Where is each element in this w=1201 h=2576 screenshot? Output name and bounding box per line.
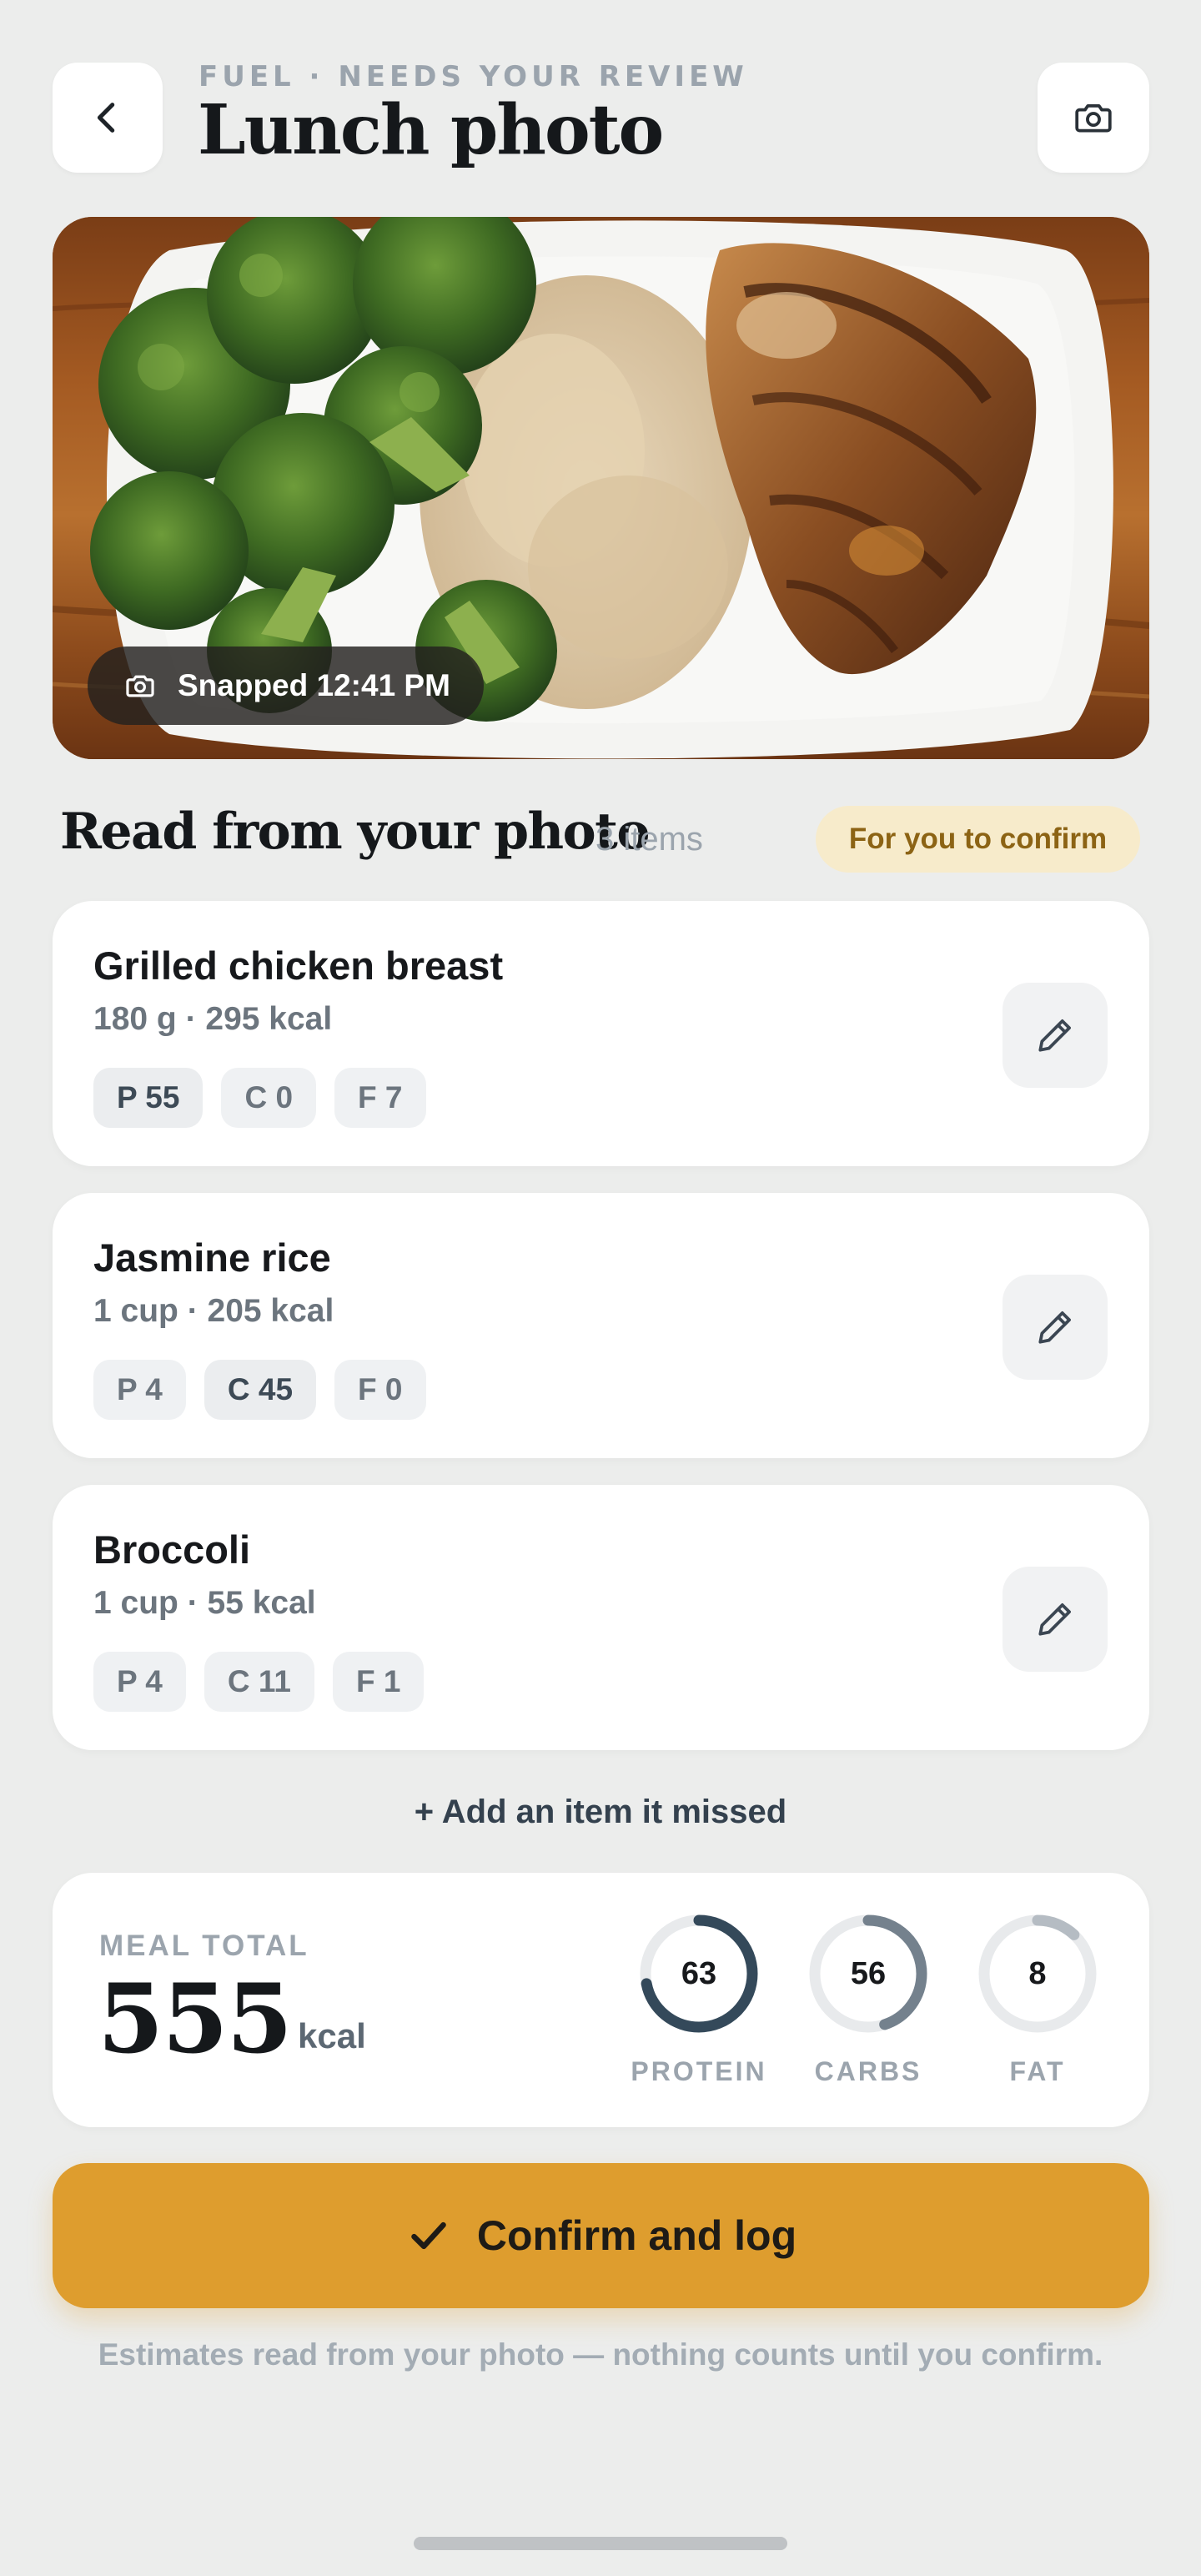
edit-item-button[interactable] [1003,1275,1108,1380]
carbs-pill: C 0 [221,1068,317,1128]
pencil-icon [1038,1019,1071,1052]
edit-item-button[interactable] [1003,983,1108,1088]
meal-total-calories: 555 [98,1963,293,2075]
carbs-label: CARBS [814,2056,922,2086]
retake-photo-button[interactable] [1038,63,1149,173]
status-badge: For you to confirm [816,806,1140,873]
confirm-and-log-button[interactable]: Confirm and log [53,2163,1149,2308]
item-name: Grilled chicken breast [93,943,504,988]
item-count: 3 items [595,821,703,858]
protein-ring: 63 PROTEIN [624,1913,774,2087]
item-portion-calories: 180 g · 295 kcal [93,1001,333,1037]
chevron-left-icon [97,103,115,133]
protein-label: PROTEIN [631,2056,767,2086]
fat-ring: 8 FAT [962,1913,1113,2087]
camera-icon [1075,103,1112,133]
protein-pill: P 55 [93,1068,204,1128]
meal-total-card: MEAL TOTAL 555 kcal 63 PROTEIN 56 CARBS [53,1873,1149,2127]
home-indicator [414,2537,787,2550]
edit-item-button[interactable] [1003,1567,1108,1672]
food-item-card: Broccoli 1 cup · 55 kcal P 4 C 11 F 1 [53,1485,1149,1750]
food-item-card: Jasmine rice 1 cup · 205 kcal P 4 C 45 F… [53,1193,1149,1458]
fat-label: FAT [1009,2056,1066,2086]
fat-pill: F 7 [334,1068,426,1128]
meal-total-unit: kcal [298,2016,366,2055]
pencil-icon [1038,1603,1071,1636]
fat-pill: F 0 [334,1360,426,1420]
meal-total-label: MEAL TOTAL [99,1929,309,1962]
camera-icon [126,675,154,697]
fat-grams: 8 [1028,1955,1047,1991]
protein-pill: P 4 [93,1360,186,1420]
add-missed-item-link[interactable]: + Add an item it missed [0,1794,1201,1831]
pencil-icon [1038,1311,1071,1344]
carbs-pill: C 45 [204,1360,317,1420]
item-portion-calories: 1 cup · 205 kcal [93,1293,334,1329]
carbs-pill: C 11 [204,1652,314,1712]
confirm-and-log-label: Confirm and log [476,2212,797,2259]
food-item-card: Grilled chicken breast 180 g · 295 kcal … [53,901,1149,1166]
section-eyebrow: FUEL · NEEDS YOUR REVIEW [198,60,748,93]
page-title: Lunch photo [198,90,664,170]
carbs-grams: 56 [850,1955,887,1991]
protein-pill: P 4 [93,1652,186,1712]
item-portion-calories: 1 cup · 55 kcal [93,1585,316,1621]
snapped-time-chip: Snapped 12:41 PM [88,647,484,725]
meal-photo: Snapped 12:41 PM [53,217,1149,759]
item-name: Broccoli [93,1527,251,1572]
carbs-ring: 56 CARBS [793,1913,943,2087]
snapped-time-label: Snapped 12:41 PM [178,668,450,702]
fat-pill: F 1 [333,1652,425,1712]
back-button[interactable] [53,63,163,173]
item-name: Jasmine rice [93,1235,331,1280]
section-title: Read from your photo [60,802,650,861]
protein-grams: 63 [681,1955,717,1991]
disclaimer-text: Estimates read from your photo — nothing… [98,2337,1103,2372]
check-icon [411,2221,446,2250]
